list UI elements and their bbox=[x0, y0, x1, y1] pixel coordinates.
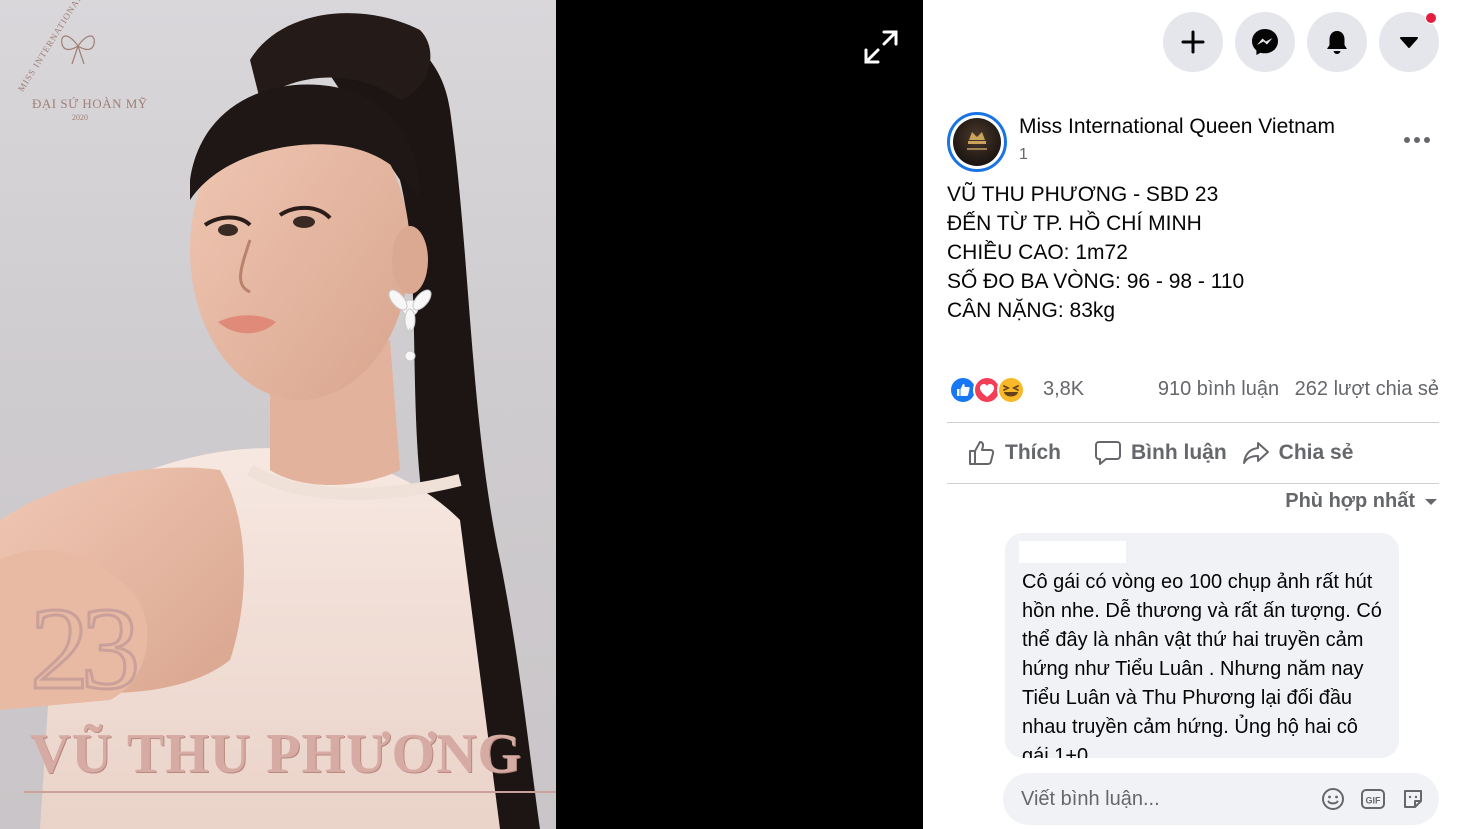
notification-dot bbox=[1425, 12, 1437, 24]
header-actions bbox=[1163, 12, 1439, 72]
bow-emblem-icon bbox=[61, 35, 95, 65]
share-button[interactable]: Chia sẻ bbox=[1241, 424, 1354, 482]
comment-bubble: Cô gái có vòng eo 100 chụp ảnh rất hút h… bbox=[1005, 533, 1399, 758]
like-button[interactable]: Thích bbox=[967, 424, 1061, 482]
sticker-button[interactable] bbox=[1399, 785, 1427, 813]
sticker-icon bbox=[1404, 790, 1422, 808]
sort-label: Phù hợp nhất bbox=[1285, 490, 1415, 512]
messenger-icon bbox=[1252, 29, 1278, 55]
composer-tools: GIF bbox=[1319, 785, 1427, 813]
reaction-icons[interactable] bbox=[949, 376, 1039, 404]
divider bbox=[947, 422, 1439, 423]
thumbs-up-icon bbox=[969, 441, 995, 465]
love-reaction-icon bbox=[973, 376, 1001, 404]
account-menu-button[interactable] bbox=[1379, 12, 1439, 72]
svg-text:GIF: GIF bbox=[1366, 796, 1382, 806]
contestant-photo[interactable]: MISS INTERNATIONAL QUEEN VIETNAM ĐẠI SỨ … bbox=[0, 0, 556, 829]
comment-composer: GIF bbox=[1003, 773, 1439, 825]
name-underline bbox=[24, 791, 556, 793]
pageant-logo: MISS INTERNATIONAL QUEEN VIETNAM ĐẠI SỨ … bbox=[10, 0, 147, 122]
logo-subtitle: ĐẠI SỨ HOÀN MỸ bbox=[32, 96, 148, 111]
engagement-stats: 910 bình luận 262 lượt chia sẻ bbox=[1158, 378, 1439, 401]
comment-count-link[interactable]: 910 bình luận bbox=[1158, 378, 1279, 400]
like-reaction-icon bbox=[949, 376, 977, 404]
comment-button[interactable]: Bình luận bbox=[1093, 424, 1227, 482]
plus-icon bbox=[1181, 30, 1205, 54]
share-label: Chia sẻ bbox=[1278, 441, 1354, 464]
messenger-button[interactable] bbox=[1235, 12, 1295, 72]
post-line: CHIỀU CAO: 1m72 bbox=[947, 241, 1128, 264]
contestant-number: 23 bbox=[29, 583, 142, 714]
gif-button[interactable]: GIF bbox=[1359, 785, 1387, 813]
caret-down-icon bbox=[1400, 37, 1418, 48]
photo-viewer: MISS INTERNATIONAL QUEEN VIETNAM ĐẠI SỨ … bbox=[0, 0, 1457, 829]
smiley-icon bbox=[1322, 788, 1344, 810]
page-avatar-image bbox=[953, 118, 1001, 166]
page-avatar[interactable] bbox=[947, 112, 1007, 172]
post-line: ĐẾN TỪ TP. HỒ CHÍ MINH bbox=[947, 212, 1202, 235]
commenter-name-redacted bbox=[1019, 541, 1126, 563]
more-horizontal-icon bbox=[1404, 137, 1430, 143]
photo-stage: MISS INTERNATIONAL QUEEN VIETNAM ĐẠI SỨ … bbox=[0, 0, 923, 829]
notifications-button[interactable] bbox=[1307, 12, 1367, 72]
emoji-button[interactable] bbox=[1319, 785, 1347, 813]
expand-fullscreen-button[interactable] bbox=[862, 28, 900, 66]
post-line: CÂN NẶNG: 83kg bbox=[947, 299, 1116, 322]
post-action-bar: Thích Bình luận Chia sẻ bbox=[947, 424, 1439, 482]
post-text: VŨ THU PHƯƠNG - SBD 23 ĐẾN TỪ TP. HỒ CHÍ… bbox=[947, 180, 1244, 325]
divider bbox=[947, 483, 1439, 484]
contestant-name: VŨ THU PHƯƠNG bbox=[30, 723, 523, 785]
bell-icon bbox=[1327, 31, 1347, 54]
post-line: VŨ THU PHƯƠNG - SBD 23 bbox=[947, 183, 1219, 206]
comment-input[interactable] bbox=[1021, 783, 1291, 815]
expand-icon bbox=[864, 30, 898, 64]
post-timestamp[interactable]: 1 bbox=[1019, 146, 1028, 164]
reactions-summary: 3,8K 910 bình luận 262 lượt chia sẻ bbox=[947, 374, 1439, 406]
share-count-link[interactable]: 262 lượt chia sẻ bbox=[1295, 378, 1439, 400]
like-label: Thích bbox=[1005, 441, 1061, 464]
page-name-link[interactable]: Miss International Queen Vietnam bbox=[1019, 115, 1335, 139]
post-side-panel: Miss International Queen Vietnam 1 VŨ TH… bbox=[923, 0, 1457, 829]
crown-logo-icon bbox=[967, 132, 987, 150]
post-line: SỐ ĐO BA VÒNG: 96 - 98 - 110 bbox=[947, 270, 1245, 293]
haha-reaction-icon bbox=[997, 376, 1025, 404]
logo-year: 2020 bbox=[72, 113, 88, 122]
post-header: Miss International Queen Vietnam 1 bbox=[947, 112, 1437, 174]
share-icon bbox=[1242, 442, 1269, 464]
comment-icon bbox=[1095, 441, 1121, 465]
comment-text: Cô gái có vòng eo 100 chụp ảnh rất hút h… bbox=[1022, 571, 1382, 758]
caret-down-icon bbox=[1425, 498, 1437, 505]
comment-sort-dropdown[interactable]: Phù hợp nhất bbox=[1285, 490, 1439, 513]
create-button[interactable] bbox=[1163, 12, 1223, 72]
gif-icon: GIF bbox=[1361, 789, 1385, 809]
comment-label: Bình luận bbox=[1131, 441, 1227, 464]
reaction-count[interactable]: 3,8K bbox=[1043, 378, 1084, 401]
post-options-button[interactable] bbox=[1397, 122, 1437, 158]
